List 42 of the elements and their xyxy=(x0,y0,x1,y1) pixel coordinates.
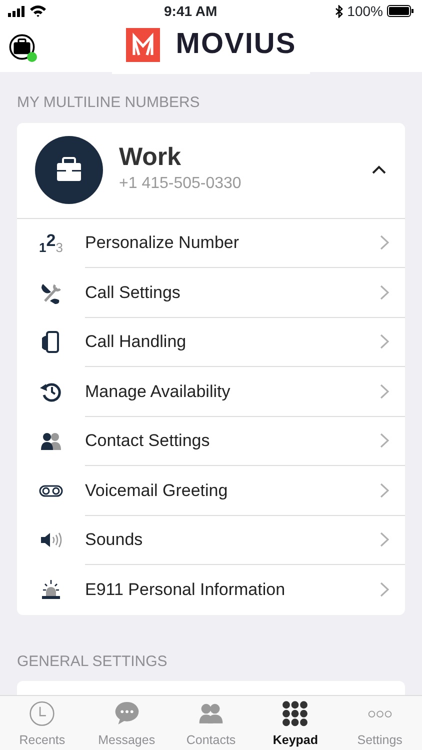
settings-row[interactable]: Manage Availability xyxy=(17,367,405,416)
siren-icon xyxy=(39,578,63,602)
bluetooth-icon xyxy=(335,4,344,18)
number-label: Work xyxy=(119,144,182,172)
settings-row[interactable]: Contact Settings xyxy=(17,416,405,466)
tab-button[interactable]: Keypad xyxy=(253,696,338,750)
row-label: Call Settings xyxy=(85,282,180,304)
settings-row[interactable]: Voicemail Greeting xyxy=(17,466,405,516)
status-time: 9:41 AM xyxy=(164,2,218,20)
chevron-right-icon xyxy=(380,482,389,498)
brand-name: MOVIUS xyxy=(176,27,296,62)
chevron-right-icon xyxy=(380,334,389,350)
chevron-right-icon xyxy=(380,384,389,399)
settings-row[interactable]: Call Settings xyxy=(17,268,405,318)
battery-percentage: 100% xyxy=(347,2,383,20)
phone-number: +1 415-505-0330 xyxy=(119,174,242,194)
row-label: E911 Personal Information xyxy=(85,579,286,601)
chevron-right-icon xyxy=(380,433,389,448)
row-label: Contact Settings xyxy=(85,430,210,452)
chevron-right-icon xyxy=(380,582,389,598)
section-header: GENERAL SETTINGS xyxy=(16,652,168,672)
chevron-right-icon xyxy=(380,235,389,250)
number-header[interactable]: Work +1 415-505-0330 xyxy=(17,122,405,218)
signal-icon xyxy=(8,6,26,16)
keypad-icon xyxy=(281,700,310,728)
clock-icon xyxy=(28,700,56,728)
more-icon xyxy=(366,710,394,718)
settings-row[interactable]: Call Handling xyxy=(17,318,405,367)
row-label: Personalize Number xyxy=(85,232,240,254)
settings-row[interactable]: E911 Personal Information xyxy=(17,565,405,614)
settings-row[interactable]: Sounds xyxy=(17,516,405,565)
section-header: MY MULTILINE NUMBERS xyxy=(16,93,201,113)
wifi-icon xyxy=(30,5,46,17)
row-label: Voicemail Greeting xyxy=(85,480,228,502)
logo-icon xyxy=(126,28,160,62)
battery-icon xyxy=(386,5,414,17)
chevron-right-icon xyxy=(380,284,389,300)
row-label: Manage Availability xyxy=(85,380,230,402)
briefcase-icon xyxy=(35,136,103,204)
row-label: Call Handling xyxy=(85,331,186,353)
chevron-right-icon xyxy=(380,532,389,548)
row-label: Sounds xyxy=(85,529,143,551)
